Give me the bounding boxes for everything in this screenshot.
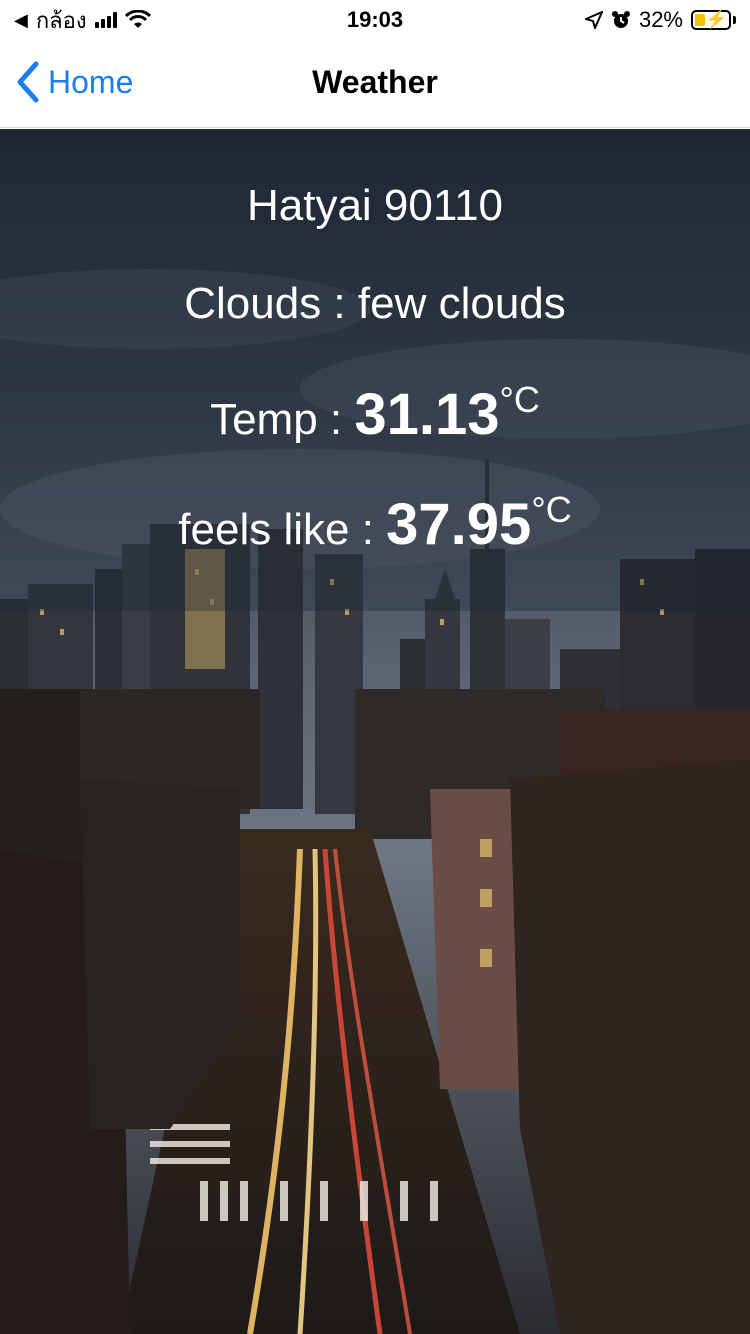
feels-like-value: 37.95 [386, 492, 532, 557]
navigation-bar: Home Weather [0, 40, 750, 128]
temp-value: 31.13 [354, 382, 500, 447]
location-icon [584, 11, 603, 29]
alarm-icon [611, 11, 630, 28]
city-background-image: Hatyai 90110 Clouds : few clouds Temp : … [0, 129, 750, 1334]
status-right: 32% ⚡ [584, 7, 736, 33]
back-button[interactable]: Home [14, 60, 133, 104]
battery-cap [733, 16, 736, 24]
feels-like-unit: °C [531, 489, 572, 530]
location-label: Hatyai 90110 [246, 181, 504, 230]
temp-unit: °C [499, 379, 540, 420]
temp-label: Temp : [210, 395, 343, 444]
back-button-label: Home [48, 63, 134, 100]
signal-icon [94, 12, 117, 28]
back-arrow-icon[interactable]: ◀ [14, 10, 28, 31]
carrier-label: กล้อง [35, 7, 87, 33]
feels-like-label: feels like : [178, 505, 374, 554]
chevron-left-icon [17, 61, 39, 103]
battery-percent: 32% [638, 7, 683, 32]
condition-label: Clouds : few clouds [184, 279, 566, 328]
status-bar: ◀ กล้อง 19:03 32% ⚡ [0, 0, 750, 40]
temperature-row: Temp : 31.13°C [0, 379, 750, 448]
wifi-icon [124, 10, 151, 28]
feels-like-row: feels like : 37.95°C [0, 489, 750, 558]
status-left: ◀ กล้อง [14, 3, 151, 38]
battery-icon: ⚡ [691, 9, 731, 30]
